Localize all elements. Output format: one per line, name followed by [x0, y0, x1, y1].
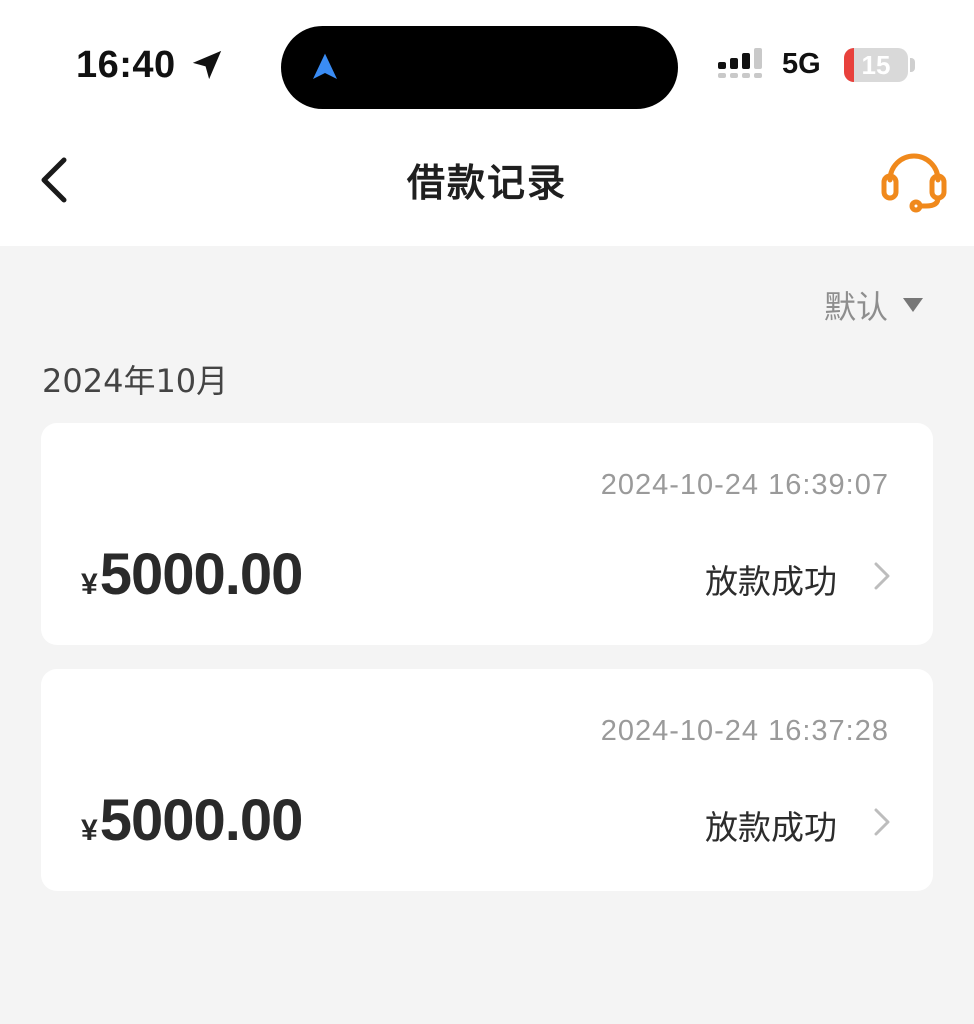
battery-icon: 15: [844, 48, 908, 82]
loan-record-card[interactable]: 2024-10-24 16:37:28 ¥ 5000.00 放款成功: [41, 669, 933, 891]
network-type: 5G: [782, 48, 821, 80]
signal-icon: [718, 48, 762, 78]
record-amount: ¥ 5000.00: [81, 541, 304, 608]
amount-value: 5000.00: [99, 788, 304, 853]
location-arrow-icon: [192, 50, 222, 80]
record-timestamp: 2024-10-24 16:37:28: [600, 715, 889, 747]
record-status: 放款成功: [705, 808, 837, 847]
chevron-right-icon: [874, 808, 890, 836]
sort-dropdown[interactable]: 默认: [824, 282, 924, 328]
header-area: 16:40 5G 15 借款记录: [0, 0, 974, 246]
battery-level: 15: [861, 50, 891, 80]
chevron-right-icon: [874, 562, 890, 590]
record-timestamp: 2024-10-24 16:39:07: [600, 469, 889, 501]
record-status: 放款成功: [705, 562, 837, 601]
currency-symbol: ¥: [81, 568, 98, 601]
headset-icon: [881, 153, 947, 213]
month-header: 2024年10月: [42, 362, 229, 400]
customer-service-button[interactable]: [878, 146, 950, 214]
sort-label: 默认: [823, 288, 888, 326]
battery-tip: [910, 58, 915, 72]
currency-symbol: ¥: [81, 814, 98, 847]
amount-value: 5000.00: [99, 542, 304, 607]
navigation-arrow-icon: [313, 53, 337, 79]
status-time: 16:40: [76, 44, 176, 86]
dynamic-island: [281, 26, 678, 109]
page-title: 借款记录: [406, 161, 567, 205]
loan-record-card[interactable]: 2024-10-24 16:39:07 ¥ 5000.00 放款成功: [41, 423, 933, 645]
record-amount: ¥ 5000.00: [81, 787, 304, 854]
caret-down-icon: [903, 298, 923, 312]
